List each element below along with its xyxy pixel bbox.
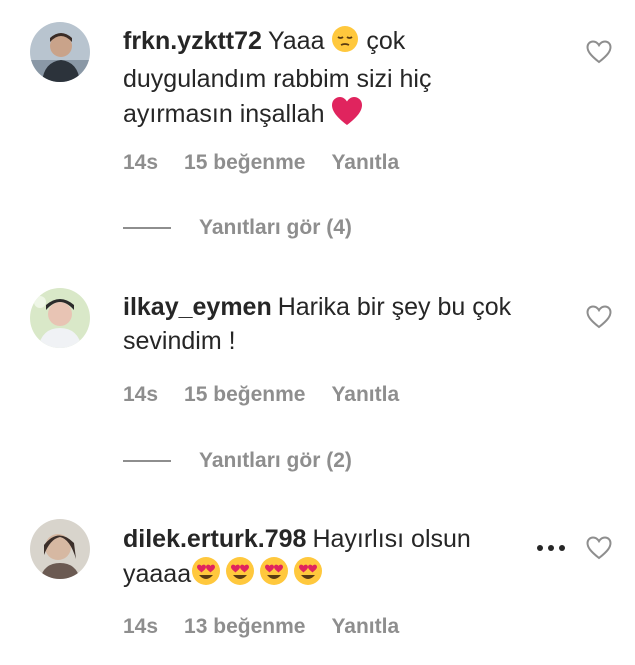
- comment-meta: 14s 13 beğenme Yanıtla: [123, 614, 425, 640]
- username[interactable]: frkn.yzktt72: [123, 27, 262, 55]
- comment-body: ayırmasın inşallah: [123, 100, 325, 128]
- like-heart-icon[interactable]: [586, 40, 612, 64]
- avatar[interactable]: [30, 519, 90, 579]
- comment-body: yaaaa: [123, 560, 192, 588]
- pensive-face-emoji: [331, 25, 359, 62]
- avatar[interactable]: [30, 288, 90, 348]
- view-replies-label: Yanıtları gör (2): [199, 449, 352, 472]
- red-heart-emoji: [331, 96, 363, 135]
- avatar-image: [30, 519, 90, 579]
- comment-body: sevindim !: [123, 327, 236, 355]
- avatar-image: [30, 288, 90, 348]
- reply-button[interactable]: Yanıtla: [331, 383, 399, 407]
- comment-time: 14s: [123, 383, 159, 406]
- comment-meta: 14s 15 beğenme Yanıtla: [123, 150, 425, 176]
- comment-body: Harika bir şey bu çok: [277, 293, 512, 321]
- comment-body: çok: [366, 27, 406, 55]
- reply-button[interactable]: Yanıtla: [331, 151, 399, 175]
- comment-meta: 14s 15 beğenme Yanıtla: [123, 382, 425, 408]
- comment-text: frkn.yzktt72 Yaaa çok duygulandım rabbim …: [123, 24, 553, 135]
- likes-count[interactable]: 15 beğenme: [184, 151, 305, 175]
- comment-body: duygulandım rabbim sizi hiç: [123, 65, 432, 93]
- divider-line: [123, 460, 171, 462]
- avatar-image: [30, 22, 90, 82]
- comment-time: 14s: [123, 615, 159, 638]
- heart-eyes-emoji: [191, 556, 323, 595]
- like-heart-icon[interactable]: [586, 305, 612, 329]
- view-replies-label: Yanıtları gör (4): [199, 216, 352, 239]
- likes-count[interactable]: 15 beğenme: [184, 383, 305, 407]
- username[interactable]: dilek.erturk.798: [123, 525, 306, 553]
- comment-time: 14s: [123, 151, 159, 174]
- comment-body: Yaaa: [267, 27, 325, 55]
- like-heart-icon[interactable]: [586, 536, 612, 560]
- comment-body: Hayırlısı olsun: [312, 525, 471, 553]
- avatar[interactable]: [30, 22, 90, 82]
- comment-text: ilkay_eymen Harika bir şey bu çok sevindi…: [123, 290, 553, 358]
- divider-line: [123, 227, 171, 229]
- likes-count[interactable]: 13 beğenme: [184, 615, 305, 639]
- reply-button[interactable]: Yanıtla: [331, 615, 399, 639]
- more-options-icon[interactable]: [535, 543, 567, 553]
- username[interactable]: ilkay_eymen: [123, 293, 272, 321]
- comment-text: dilek.erturk.798 Hayırlısı olsun yaaaa: [123, 522, 553, 595]
- comments-list: frkn.yzktt72 Yaaa çok duygulandım rabbim …: [0, 0, 635, 665]
- view-replies-button[interactable]: Yanıtları gör (2): [123, 448, 352, 474]
- view-replies-button[interactable]: Yanıtları gör (4): [123, 215, 352, 241]
